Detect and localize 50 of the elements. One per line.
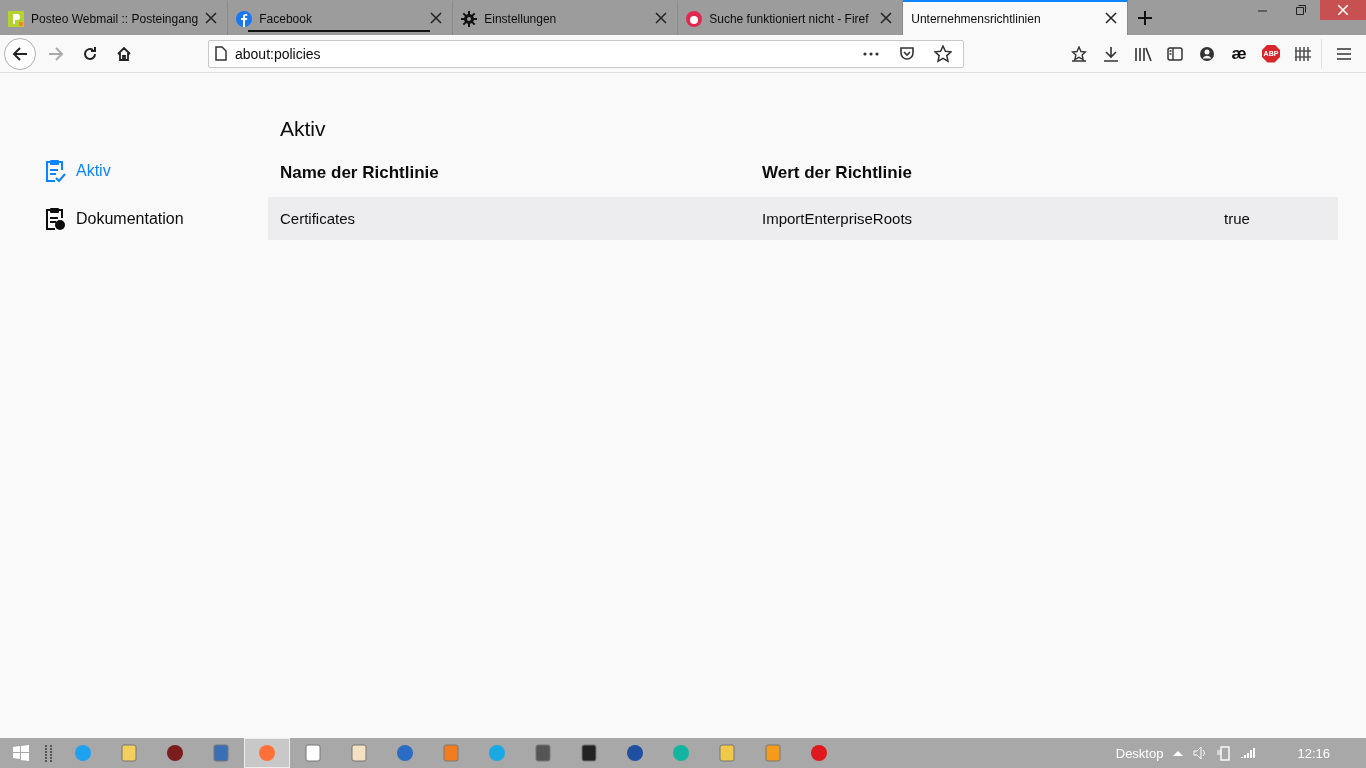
- close-tab-button[interactable]: [880, 11, 895, 26]
- close-icon: [880, 11, 893, 24]
- reload-icon: [82, 45, 98, 62]
- close-icon: [430, 11, 443, 24]
- clipboard-question-icon: [44, 207, 66, 231]
- close-tab-button[interactable]: [655, 11, 670, 26]
- tab-title: Posteo Webmail :: Posteingang: [31, 11, 199, 26]
- tab-title: Suche funktioniert nicht - Firef: [709, 11, 870, 26]
- forward-arrow-icon: [48, 45, 64, 62]
- table-cell: Certificates: [268, 197, 750, 240]
- close-tab-button[interactable]: [205, 11, 220, 26]
- column-header: Name der Richtlinie: [279, 163, 440, 184]
- back-button[interactable]: [4, 37, 36, 70]
- facebook-logo-icon: [236, 10, 253, 27]
- sidebar-label: Aktiv: [76, 162, 111, 180]
- back-arrow-icon: [12, 45, 28, 62]
- windows-logo-icon: [13, 745, 29, 761]
- tab-title: Einstellungen: [484, 11, 558, 26]
- battery-icon: [1217, 745, 1232, 761]
- sidebar-item[interactable]: Dokumentation: [44, 207, 268, 231]
- close-icon: [655, 11, 668, 24]
- clipboard-check-icon: [44, 159, 66, 183]
- close-icon: [1105, 11, 1118, 24]
- close-tab-button[interactable]: [1105, 11, 1120, 26]
- table-cell: ImportEnterpriseRoots: [750, 197, 1212, 240]
- url-text: about:policies: [235, 45, 322, 62]
- restore-icon: [1296, 5, 1306, 15]
- clock-time: 12:16: [1297, 745, 1330, 761]
- browser-tab[interactable]: Unternehmensrichtlinien: [903, 0, 1129, 35]
- gear-icon: [461, 10, 478, 27]
- column-header: Wert der Richtlinie: [761, 163, 913, 184]
- signal-icon: [1241, 747, 1258, 759]
- address-bar[interactable]: about:policies: [208, 39, 964, 68]
- chevron-up-icon: [1173, 750, 1184, 756]
- table-cell: true: [1212, 197, 1338, 240]
- close-window-button[interactable]: [1320, 0, 1366, 20]
- home-icon: [116, 45, 132, 62]
- extension-button[interactable]: æ: [1225, 39, 1253, 68]
- sidebar-item[interactable]: Aktiv: [44, 159, 268, 183]
- speaker-icon: [1193, 746, 1208, 760]
- page-icon: [215, 46, 227, 61]
- close-icon: [1338, 5, 1348, 15]
- tab-title: Facebook: [259, 11, 313, 26]
- tab-title: Unternehmensrichtlinien: [911, 11, 1042, 26]
- close-tab-button[interactable]: [430, 11, 445, 26]
- plus-icon: [1137, 9, 1154, 26]
- close-icon: [205, 11, 218, 24]
- grip-icon: [44, 744, 52, 762]
- section-title: Aktiv: [279, 117, 327, 141]
- sidebar-label: Dokumentation: [76, 210, 184, 228]
